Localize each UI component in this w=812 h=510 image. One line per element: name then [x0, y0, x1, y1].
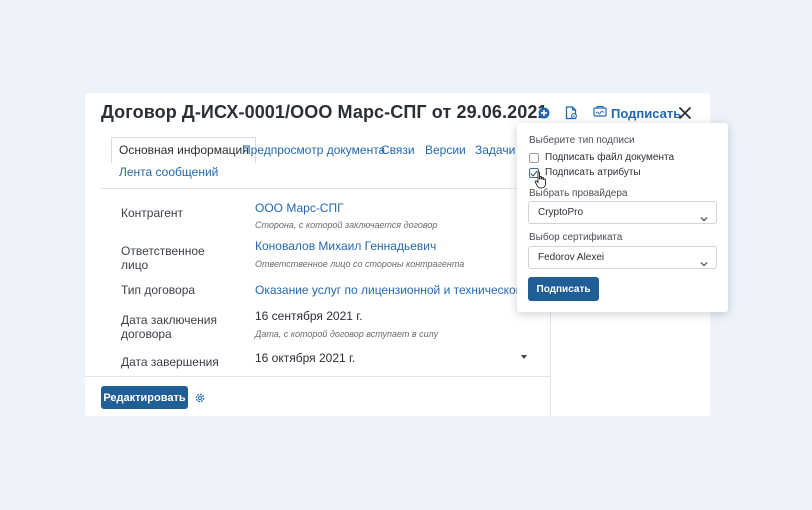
tab-message-feed[interactable]: Лента сообщений [119, 165, 218, 179]
tab-tasks[interactable]: Задачи [475, 143, 515, 157]
sign-button[interactable]: Подписать [593, 104, 681, 122]
signature-icon [593, 104, 607, 122]
field-value-contract-type[interactable]: Оказание услуг по лицензионной и техниче… [255, 283, 535, 297]
field-label-contract-type: Тип договора [121, 283, 196, 297]
sign-type-title: Выберите тип подписи [529, 135, 635, 146]
fields-panel: Контрагент ООО Марс-СПГ Сторона, с котор… [85, 189, 535, 369]
chevron-down-icon [700, 254, 708, 272]
field-value-responsible[interactable]: Коновалов Михаил Геннадьевич [255, 239, 436, 253]
close-icon[interactable] [676, 104, 694, 122]
field-value-end-date: 16 октября 2021 г. [255, 351, 356, 365]
sign-popup: Выберите тип подписи Подписать файл доку… [517, 123, 728, 312]
option-sign-file-label: Подписать файл документа [545, 152, 675, 163]
field-value-counterparty[interactable]: ООО Марс-СПГ [255, 201, 344, 215]
checkbox-sign-file[interactable] [529, 152, 539, 163]
provider-value: CryptoPro [538, 207, 584, 218]
plus-circle-icon[interactable] [535, 104, 553, 122]
gear-icon[interactable] [194, 391, 206, 403]
field-label-conclusion-date: Дата заключения договора [121, 313, 217, 341]
field-hint-counterparty: Сторона, с которой заключается договор [255, 220, 438, 230]
submit-sign-button[interactable]: Подписать [528, 277, 599, 301]
certificate-value: Fedorov Alexei [538, 252, 605, 263]
field-value-conclusion-date: 16 сентября 2021 г. [255, 309, 363, 323]
tab-links[interactable]: Связи [381, 143, 415, 157]
field-label-responsible: Ответственное лицо [121, 244, 205, 272]
scroll-down-icon[interactable] [521, 355, 527, 359]
document-settings-icon[interactable] [562, 104, 580, 122]
field-label-end-date: Дата завершения [121, 355, 219, 369]
tab-main-info[interactable]: Основная информация [111, 137, 256, 163]
page-title: Договор Д-ИСХ-0001/ООО Марс-СПГ от 29.06… [101, 102, 548, 122]
tab-versions[interactable]: Версии [425, 143, 466, 157]
provider-label: Выбрать провайдера [529, 188, 628, 199]
certificate-select[interactable]: Fedorov Alexei [528, 246, 717, 269]
side-divider [550, 311, 551, 416]
field-hint-responsible: Ответственное лицо со стороны контрагент… [255, 259, 465, 269]
chevron-down-icon [700, 209, 708, 227]
option-sign-attributes-label: Подписать атрибуты [545, 167, 641, 178]
tab-document-preview[interactable]: Предпросмотр документа [242, 143, 385, 157]
edit-button[interactable]: Редактировать [101, 386, 188, 409]
field-label-counterparty: Контрагент [121, 206, 184, 220]
provider-select[interactable]: CryptoPro [528, 201, 717, 224]
certificate-label: Выбор сертификата [529, 232, 623, 243]
field-hint-conclusion-date: Дата, с которой договор вступает в силу [255, 329, 439, 339]
sign-button-label: Подписать [611, 105, 682, 121]
option-sign-file[interactable]: Подписать файл документа [529, 152, 674, 163]
footer-divider [85, 376, 550, 377]
hand-cursor-icon [534, 171, 548, 189]
